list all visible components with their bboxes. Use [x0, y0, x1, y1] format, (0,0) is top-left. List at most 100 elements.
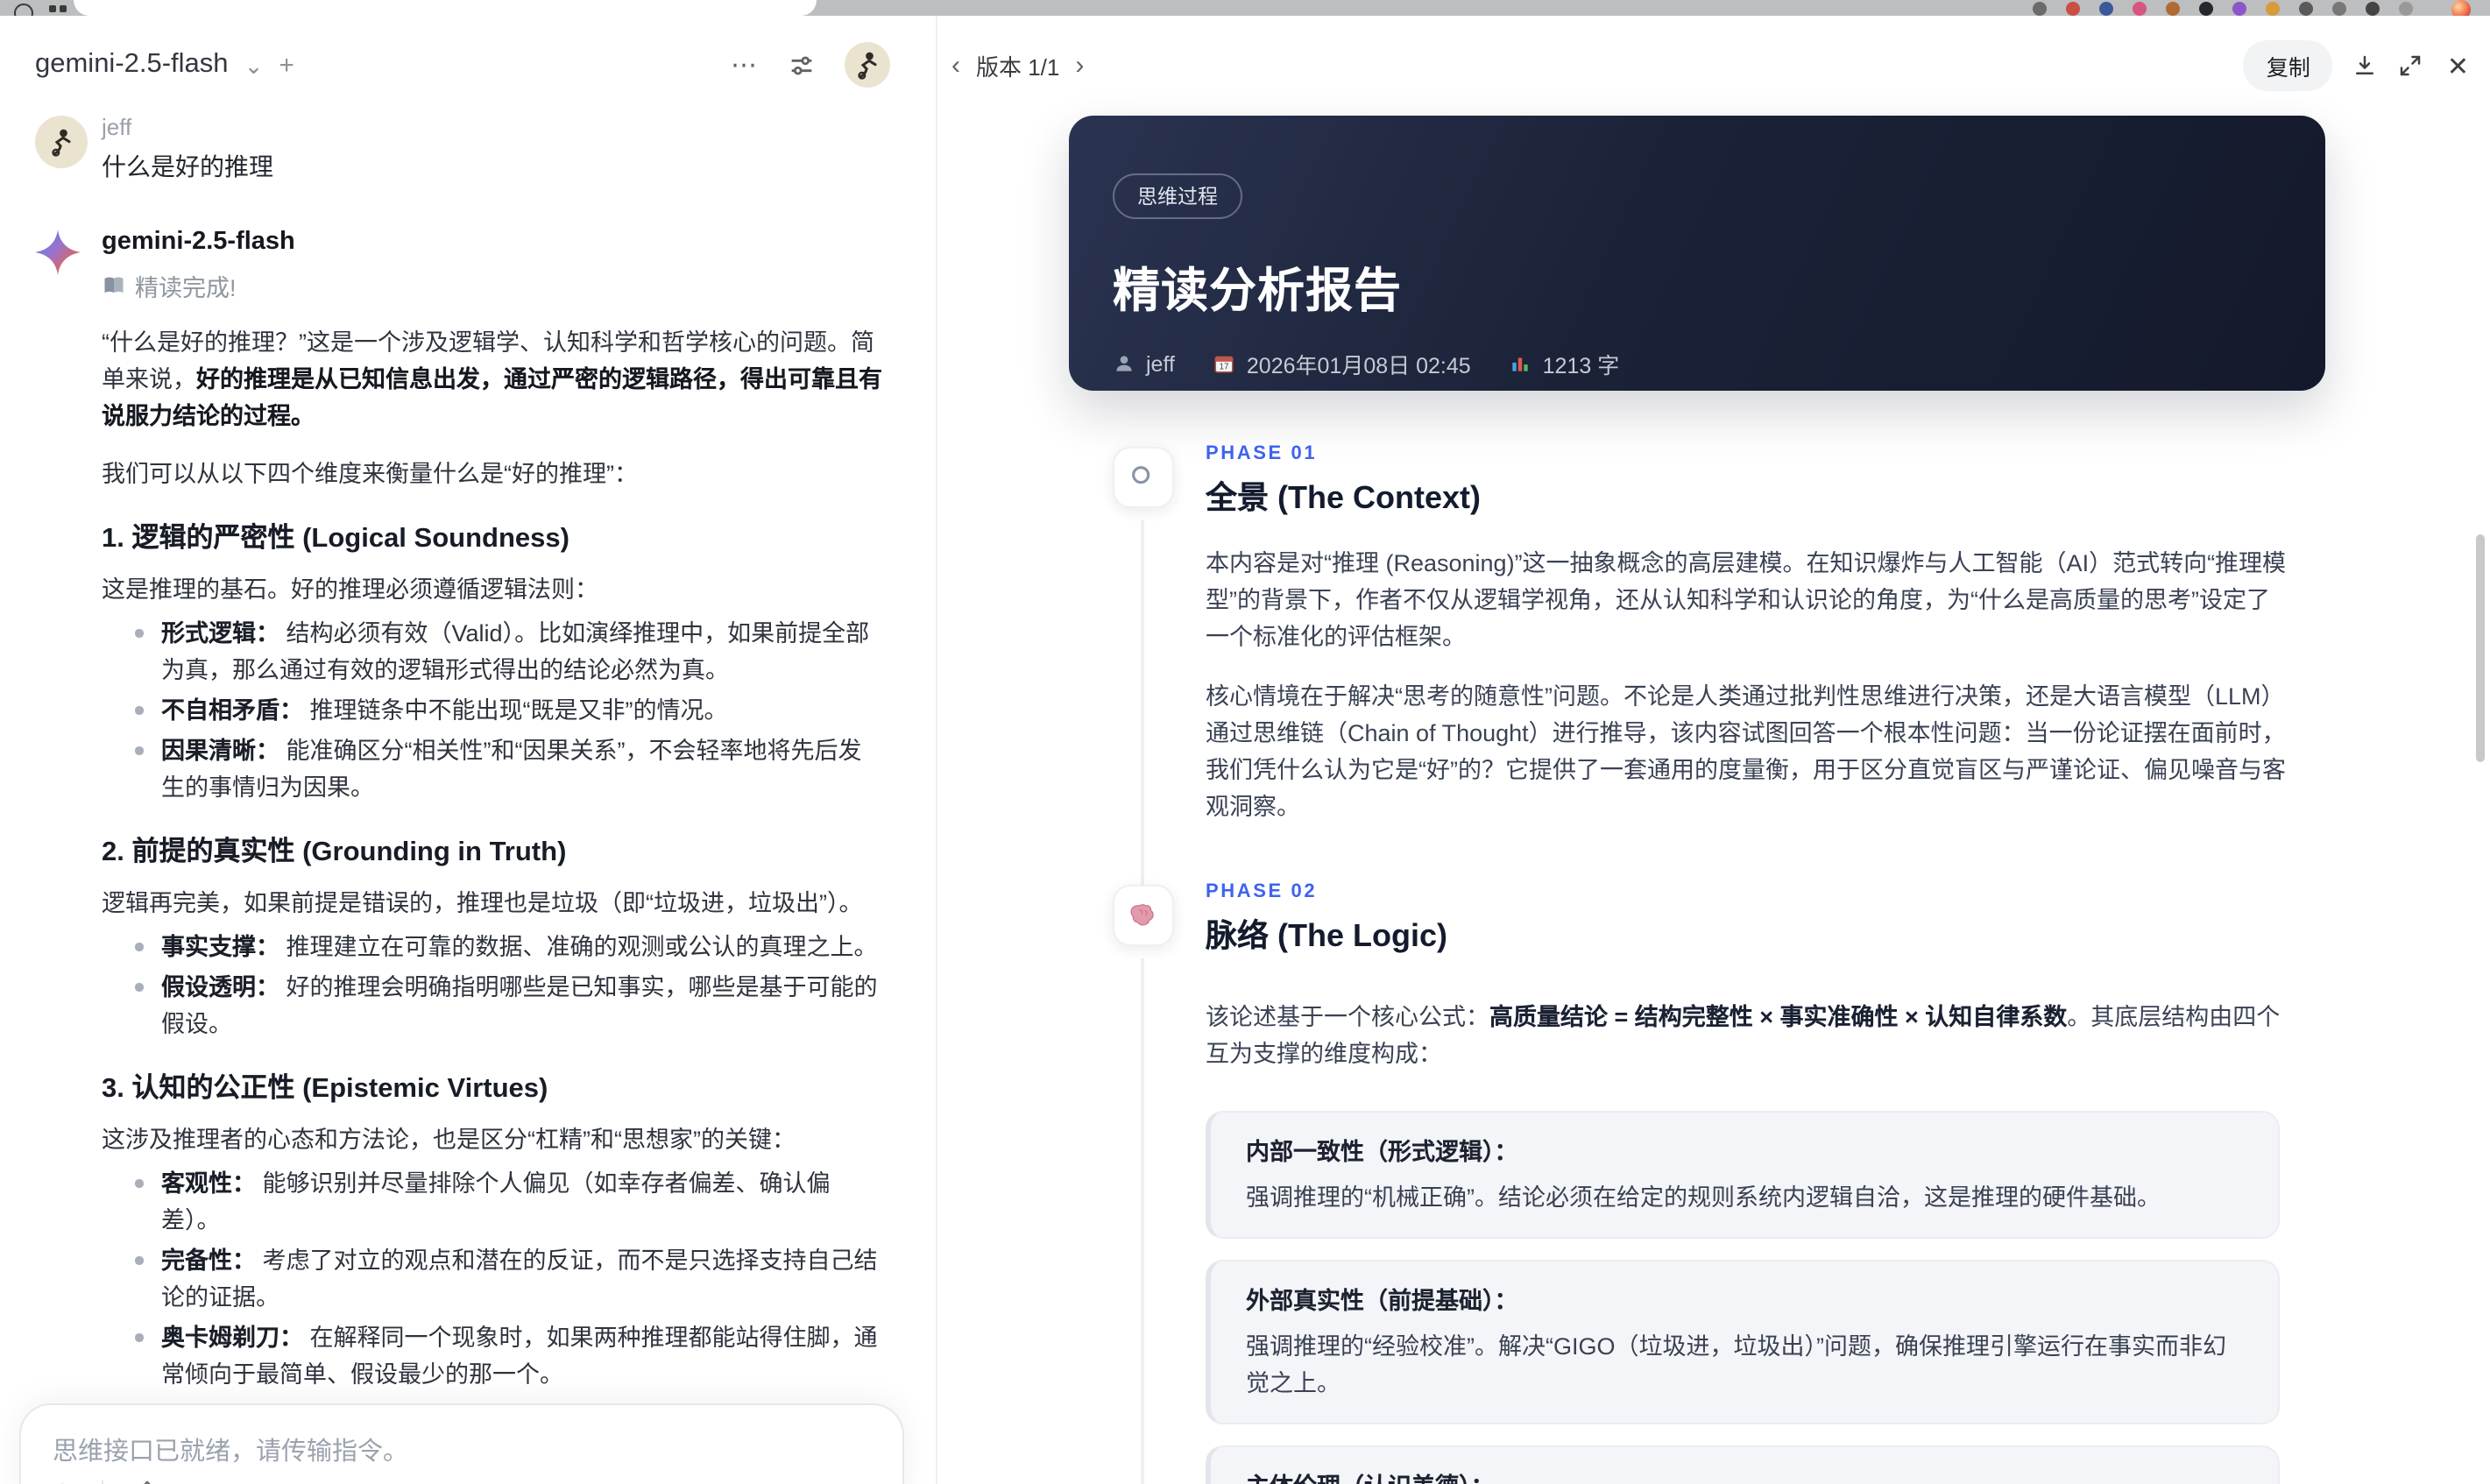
calendar-icon: 17	[1215, 356, 1234, 373]
viewer-toolbar: ‹ 版本 1/1 › 复制 ✕	[951, 40, 2469, 91]
person-icon	[1116, 356, 1132, 371]
bullet-item: 客观性： 能够识别并尽量排除个人偏见（如幸存者偏差、确认偏差）。	[135, 1165, 883, 1239]
logic-card-body: 强调推理的“经验校准”。解决“GIGO（垃圾进，垃圾出）”问题，确保推理引擎运行…	[1246, 1332, 2226, 1396]
browser-chrome-strip[interactable]	[0, 0, 2490, 16]
phase-section: PHASE 02 脉络 (The Logic) 该论述基于一个核心公式：高质量结论 …	[1069, 881, 2325, 1484]
phase-paragraph: 本内容是对“推理 (Reasoning)”这一抽象概念的高层建模。在知识爆炸与人…	[1206, 549, 2287, 650]
menubar-icon	[2332, 2, 2346, 16]
next-version-icon[interactable]: ›	[1075, 53, 1084, 79]
menubar-icon	[2033, 2, 2047, 16]
report-date: 17 2026年01月08日 02:45	[1213, 347, 1471, 380]
document-viewer-panel: ‹ 版本 1/1 › 复制 ✕ 思维过程 精读分析报告 jeff 17 2026…	[936, 16, 2490, 1484]
user-message: jeff 什么是好的推理	[35, 114, 883, 184]
bullet-text: 考虑了对立的观点和潜在的反证，而不是只选择支持自己结论的证据。	[161, 1247, 878, 1311]
menubar-icon	[2299, 2, 2313, 16]
bold-text: 好的推理是从已知信息出发，通过严密的逻辑路径，得出可靠且有说服力结论的过程。	[102, 366, 882, 429]
bullet-item: 形式逻辑： 结构必须有效（Valid）。比如演绎推理中，如果前提全部为真，那么通…	[135, 615, 883, 689]
menubar-icon	[2166, 2, 2180, 16]
section-bullet-list: 事实支撑： 推理建立在可靠的数据、准确的观测或公认的真理之上。 假设透明： 好的推…	[102, 929, 883, 1042]
user-name: jeff	[102, 114, 132, 140]
previous-version-icon[interactable]: ‹	[951, 53, 960, 79]
assistant-status: 精读完成!	[102, 268, 883, 303]
logic-card-body: 强调推理的“机械正确”。结论必须在给定的规则系统内逻辑自洽，这是推理的硬件基础。	[1246, 1184, 2161, 1211]
menubar-icon	[2399, 2, 2413, 16]
phase-connector-line	[1141, 520, 1143, 920]
phase-title: 全景 (The Context)	[1206, 480, 1481, 515]
bullet-item: 事实支撑： 推理建立在可靠的数据、准确的观测或公认的真理之上。	[135, 929, 883, 965]
chevron-down-icon[interactable]: ⌄	[244, 53, 264, 76]
section-bullet-list: 形式逻辑： 结构必须有效（Valid）。比如演绎推理中，如果前提全部为真，那么通…	[102, 615, 883, 806]
chat-title[interactable]: gemini-2.5-flash	[35, 49, 229, 81]
phase-connector-line	[1141, 958, 1143, 1484]
new-chat-button[interactable]: +	[279, 52, 294, 78]
version-navigator: ‹ 版本 1/1 ›	[951, 49, 1084, 82]
report-title: 精读分析报告	[1113, 265, 1402, 317]
screen: gemini-2.5-flash ⌄ + ⋯ jeff 什么是好的推理 gemi…	[0, 0, 2490, 1484]
chat-messages: jeff 什么是好的推理 gemini-2.5-flash 精读完成! “什么是…	[0, 114, 936, 1484]
section-heading: 2. 前提的真实性 (Grounding in Truth)	[102, 837, 567, 867]
window-scrollbar-thumb[interactable]	[2476, 534, 2485, 762]
logic-card: 主体伦理（认识美德）：转向推理者的心理特征。引入奥卡姆剃刀和反向论证，旨在克服人…	[1206, 1445, 2280, 1484]
user-message-text: 什么是好的推理	[102, 152, 273, 180]
report-document: 思维过程 精读分析报告 jeff 17 2026年01月08日 02:45 12…	[1069, 116, 2325, 1484]
phase-lead-paragraph: 该论述基于一个核心公式：高质量结论 = 结构完整性 × 事实准确性 × 认知自律…	[1206, 999, 2287, 1072]
bullet-term: 奥卡姆剃刀：	[161, 1325, 310, 1351]
dimensions-intro-paragraph: 我们可以从以下四个维度来衡量什么是“好的推理”：	[102, 461, 638, 487]
phase-title: 脉络 (The Logic)	[1206, 917, 1447, 953]
phase-section: PHASE 01 全景 (The Context) 本内容是对“推理 (Reason…	[1069, 443, 2325, 920]
assistant-name: gemini-2.5-flash	[102, 228, 295, 256]
bookmark-icon[interactable]	[191, 1480, 219, 1484]
text: 该论述基于一个核心公式：	[1206, 1003, 1489, 1030]
section-lead: 逻辑再完美，如果前提是错误的，推理也是垃圾（即“垃圾进，垃圾出”）。	[102, 890, 863, 916]
bar-chart-icon	[1512, 357, 1529, 371]
chat-header: gemini-2.5-flash ⌄ + ⋯	[0, 16, 936, 88]
menubar-icon	[2366, 2, 2380, 16]
logic-card: 外部真实性（前提基础）： 强调推理的“经验校准”。解决“GIGO（垃圾进，垃圾出）…	[1206, 1259, 2280, 1424]
browser-icon-fragment	[14, 4, 33, 16]
assistant-intro-paragraph: “什么是好的推理？”这是一个涉及逻辑学、认知科学和哲学核心的问题。简单来说，好的…	[102, 324, 883, 435]
report-phases: PHASE 01 全景 (The Context) 本内容是对“推理 (Reason…	[1069, 443, 2325, 1484]
menubar-icon	[2066, 2, 2080, 16]
browser-icon-fragment	[49, 5, 56, 12]
report-word-count: 1213 字	[1510, 347, 1619, 380]
composer[interactable]: 思维接口已就绪，请传输指令。 +	[19, 1403, 904, 1484]
logic-card-title: 外部真实性（前提基础）：	[1246, 1287, 1518, 1314]
more-options-icon[interactable]: ⋯	[731, 49, 759, 81]
phase-label: PHASE 02	[1206, 880, 1318, 902]
magnifier-icon	[1113, 447, 1174, 508]
address-bar[interactable]	[74, 0, 817, 16]
report-hero-card: 思维过程 精读分析报告 jeff 17 2026年01月08日 02:45 12…	[1069, 116, 2325, 391]
composer-divider	[102, 1480, 104, 1484]
bullet-term: 事实支撑：	[161, 934, 286, 960]
menubar-icon	[2232, 2, 2246, 16]
section-heading: 3. 认知的公正性 (Epistemic Virtues)	[102, 1074, 548, 1104]
composer-placeholder[interactable]: 思维接口已就绪，请传输指令。	[21, 1405, 902, 1468]
user-avatar[interactable]	[845, 42, 890, 88]
tune-settings-icon[interactable]	[787, 50, 817, 80]
bullet-item: 不自相矛盾： 推理链条中不能出现“既是又非”的情况。	[135, 692, 883, 729]
bullet-text: 推理建立在可靠的数据、准确的观测或公认的真理之上。	[286, 934, 878, 960]
gemini-star-icon	[35, 230, 81, 275]
close-icon[interactable]: ✕	[2447, 50, 2469, 81]
bullet-term: 完备性：	[161, 1247, 263, 1274]
version-label: 版本 1/1	[976, 54, 1060, 81]
section-bullet-list: 客观性： 能够识别并尽量排除个人偏见（如幸存者偏差、确认偏差）。完备性： 考虑了…	[102, 1165, 883, 1393]
bullet-text: 推理链条中不能出现“既是又非”的情况。	[309, 697, 728, 724]
bold-text: 高质量结论 = 结构完整性 × 事实准确性 × 认知自律系数	[1489, 1003, 2068, 1030]
chat-panel: gemini-2.5-flash ⌄ + ⋯ jeff 什么是好的推理 gemi…	[0, 16, 936, 1484]
section-lead: 这涉及推理者的心态和方法论，也是区分“杠精”和“思想家”的关键：	[102, 1127, 796, 1153]
user-avatar	[35, 116, 88, 168]
download-icon[interactable]	[2352, 53, 2379, 79]
menubar-icon	[2199, 2, 2213, 16]
copy-button[interactable]: 复制	[2243, 40, 2333, 91]
bullet-item: 因果清晰： 能准确区分“相关性”和“因果关系”，不会轻率地将先后发生的事情归为因…	[135, 732, 883, 806]
assistant-status-text: 精读完成!	[135, 275, 237, 301]
browser-icon-fragment	[60, 5, 67, 12]
bullet-term: 客观性：	[161, 1170, 263, 1197]
composer-actions: +	[53, 1477, 219, 1484]
skills-diamonds-icon[interactable]	[133, 1480, 161, 1484]
menubar-icon	[2266, 2, 2280, 16]
logic-card-title: 内部一致性（形式逻辑）：	[1246, 1138, 1518, 1165]
attach-plus-button[interactable]: +	[53, 1477, 72, 1484]
fullscreen-expand-icon[interactable]	[2398, 53, 2424, 79]
